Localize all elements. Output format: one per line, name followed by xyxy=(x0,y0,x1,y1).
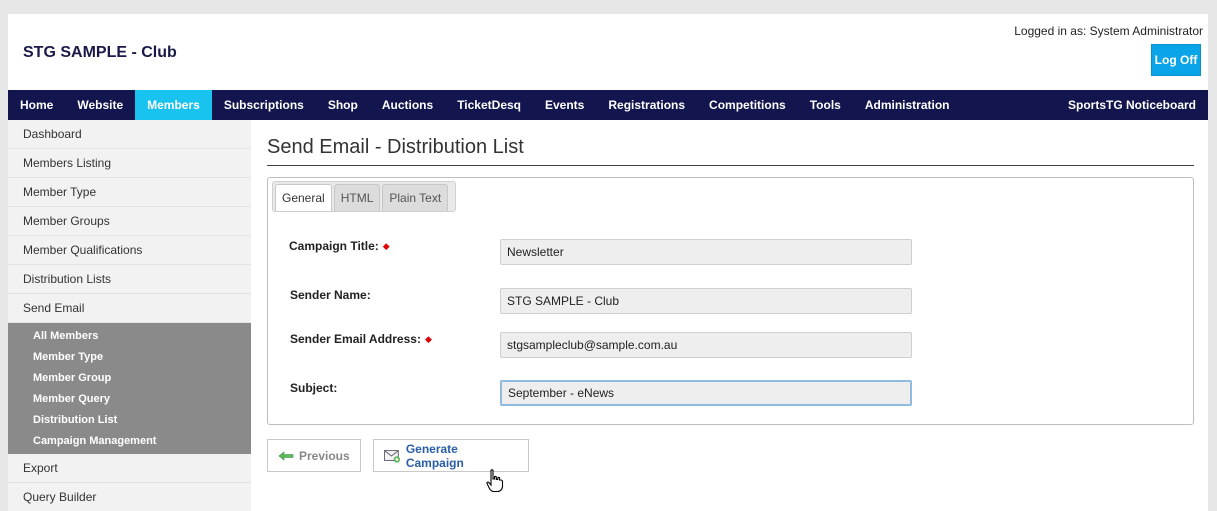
tab-bar: General HTML Plain Text xyxy=(272,181,456,212)
tab-html[interactable]: HTML xyxy=(333,184,381,211)
campaign-title-label: Campaign Title: ◆ xyxy=(289,239,390,253)
tab-plain-text[interactable]: Plain Text xyxy=(382,184,449,211)
sidebar-item-member-type[interactable]: Member Type xyxy=(8,178,251,207)
required-icon: ◆ xyxy=(424,334,432,344)
sidebar-item-member-qualifications[interactable]: Member Qualifications xyxy=(8,236,251,265)
tab-general[interactable]: General xyxy=(275,184,332,211)
logged-in-text: Logged in as: System Administrator xyxy=(1014,24,1203,38)
submenu-item-all-members[interactable]: All Members xyxy=(8,325,251,346)
sender-name-input[interactable] xyxy=(500,288,912,314)
arrow-left-icon xyxy=(278,450,294,461)
nav-auctions[interactable]: Auctions xyxy=(370,90,445,120)
nav-noticeboard[interactable]: SportsTG Noticeboard xyxy=(1056,90,1208,120)
generate-campaign-label: Generate Campaign xyxy=(405,441,464,470)
envelope-icon xyxy=(384,449,401,463)
nav-competitions[interactable]: Competitions xyxy=(697,90,798,120)
nav-shop[interactable]: Shop xyxy=(316,90,370,120)
sender-email-input[interactable] xyxy=(500,332,912,358)
sidebar-item-distribution-lists[interactable]: Distribution Lists xyxy=(8,265,251,294)
previous-button-label: Previous xyxy=(299,448,350,463)
log-off-button[interactable]: Log Off xyxy=(1151,44,1201,76)
submenu-item-campaign-management[interactable]: Campaign Management xyxy=(8,430,251,451)
campaign-title-input[interactable] xyxy=(500,239,912,265)
nav-website[interactable]: Website xyxy=(65,90,135,120)
sidebar-item-export[interactable]: Export xyxy=(8,454,251,483)
hand-pointer-icon xyxy=(486,469,504,493)
sender-email-label-text: Sender Email Address: xyxy=(290,332,421,346)
nav-administration[interactable]: Administration xyxy=(853,90,962,120)
sidebar-item-send-email[interactable]: Send Email xyxy=(8,294,251,323)
header: STG SAMPLE - Club Logged in as: System A… xyxy=(8,14,1208,90)
subject-label: Subject: xyxy=(290,381,338,395)
nav-home[interactable]: Home xyxy=(8,90,65,120)
main-nav: Home Website Members Subscriptions Shop … xyxy=(8,90,1208,120)
sidebar-item-dashboard[interactable]: Dashboard xyxy=(8,120,251,149)
previous-button[interactable]: Previous xyxy=(267,439,361,472)
submenu-item-member-type[interactable]: Member Type xyxy=(8,346,251,367)
email-form-panel: General HTML Plain Text Campaign Title: ◆… xyxy=(267,177,1194,425)
club-name: STG SAMPLE - Club xyxy=(23,44,177,61)
nav-tools[interactable]: Tools xyxy=(798,90,853,120)
submenu-item-distribution-list[interactable]: Distribution List xyxy=(8,409,251,430)
nav-members[interactable]: Members xyxy=(135,90,212,120)
sidebar-item-member-groups[interactable]: Member Groups xyxy=(8,207,251,236)
campaign-title-label-text: Campaign Title: xyxy=(289,239,379,253)
submenu-item-member-group[interactable]: Member Group xyxy=(8,367,251,388)
send-email-submenu: All Members Member Type Member Group Mem… xyxy=(8,323,251,454)
generate-campaign-button[interactable]: Generate Campaign xyxy=(373,439,529,472)
page-frame: STG SAMPLE - Club Logged in as: System A… xyxy=(8,14,1208,511)
nav-ticketdesq[interactable]: TicketDesq xyxy=(445,90,533,120)
nav-subscriptions[interactable]: Subscriptions xyxy=(212,90,316,120)
sidebar: Dashboard Members Listing Member Type Me… xyxy=(8,120,251,511)
page-title: Send Email - Distribution List xyxy=(267,136,524,158)
sidebar-item-members-listing[interactable]: Members Listing xyxy=(8,149,251,178)
nav-events[interactable]: Events xyxy=(533,90,596,120)
nav-registrations[interactable]: Registrations xyxy=(596,90,697,120)
required-icon: ◆ xyxy=(382,241,390,251)
sender-name-label: Sender Name: xyxy=(290,288,371,302)
sender-email-label: Sender Email Address: ◆ xyxy=(290,332,432,346)
subject-input[interactable] xyxy=(500,380,912,406)
title-divider xyxy=(267,165,1194,166)
sidebar-item-query-builder[interactable]: Query Builder xyxy=(8,483,251,511)
submenu-item-member-query[interactable]: Member Query xyxy=(8,388,251,409)
